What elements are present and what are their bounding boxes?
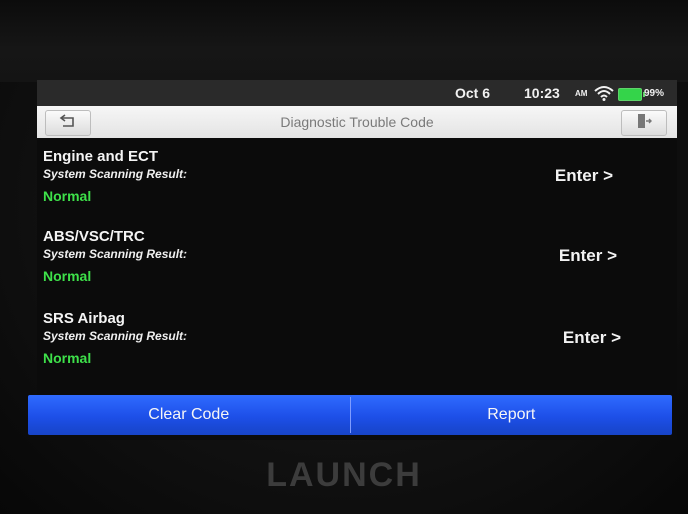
action-bar: Clear Code Report — [28, 395, 672, 435]
module-srs-airbag: SRS Airbag System Scanning Result: Norma… — [37, 310, 677, 388]
clear-code-button[interactable]: Clear Code — [28, 395, 350, 435]
enter-button-engine-ect[interactable]: Enter > — [555, 166, 613, 186]
module-engine-ect: Engine and ECT System Scanning Result: N… — [37, 148, 677, 226]
brand-logo: LAUNCH — [266, 456, 422, 494]
status-time: 10:23 — [524, 85, 560, 101]
wifi-icon — [594, 85, 614, 101]
scan-status: Normal — [43, 350, 92, 366]
module-name: SRS Airbag — [43, 310, 125, 327]
status-ampm: AM — [575, 89, 588, 98]
scan-status: Normal — [43, 188, 92, 204]
battery-icon — [618, 88, 645, 101]
device-screen: Oct 6 10:23 AM 99% Diagnostic Trouble Co… — [37, 80, 677, 440]
scan-result-label: System Scanning Result: — [43, 167, 188, 181]
report-button[interactable]: Report — [351, 395, 673, 435]
scan-status: Normal — [43, 268, 92, 284]
scan-result-label: System Scanning Result: — [43, 247, 188, 261]
status-date: Oct 6 — [455, 85, 491, 101]
enter-button-abs-vsc-trc[interactable]: Enter > — [559, 246, 617, 266]
exit-button[interactable] — [621, 110, 667, 136]
module-abs-vsc-trc: ABS/VSC/TRC System Scanning Result: Norm… — [37, 228, 677, 306]
title-bar: Diagnostic Trouble Code — [37, 106, 677, 138]
enter-button-srs-airbag[interactable]: Enter > — [563, 328, 621, 348]
page-title: Diagnostic Trouble Code — [280, 114, 434, 130]
status-bar: Oct 6 10:23 AM 99% — [37, 80, 677, 106]
device-bezel — [0, 0, 688, 82]
battery-percent: 99% — [644, 88, 665, 99]
module-name: Engine and ECT — [43, 148, 159, 165]
scan-result-label: System Scanning Result: — [43, 329, 188, 343]
module-name: ABS/VSC/TRC — [43, 228, 145, 245]
exit-icon — [636, 113, 652, 134]
